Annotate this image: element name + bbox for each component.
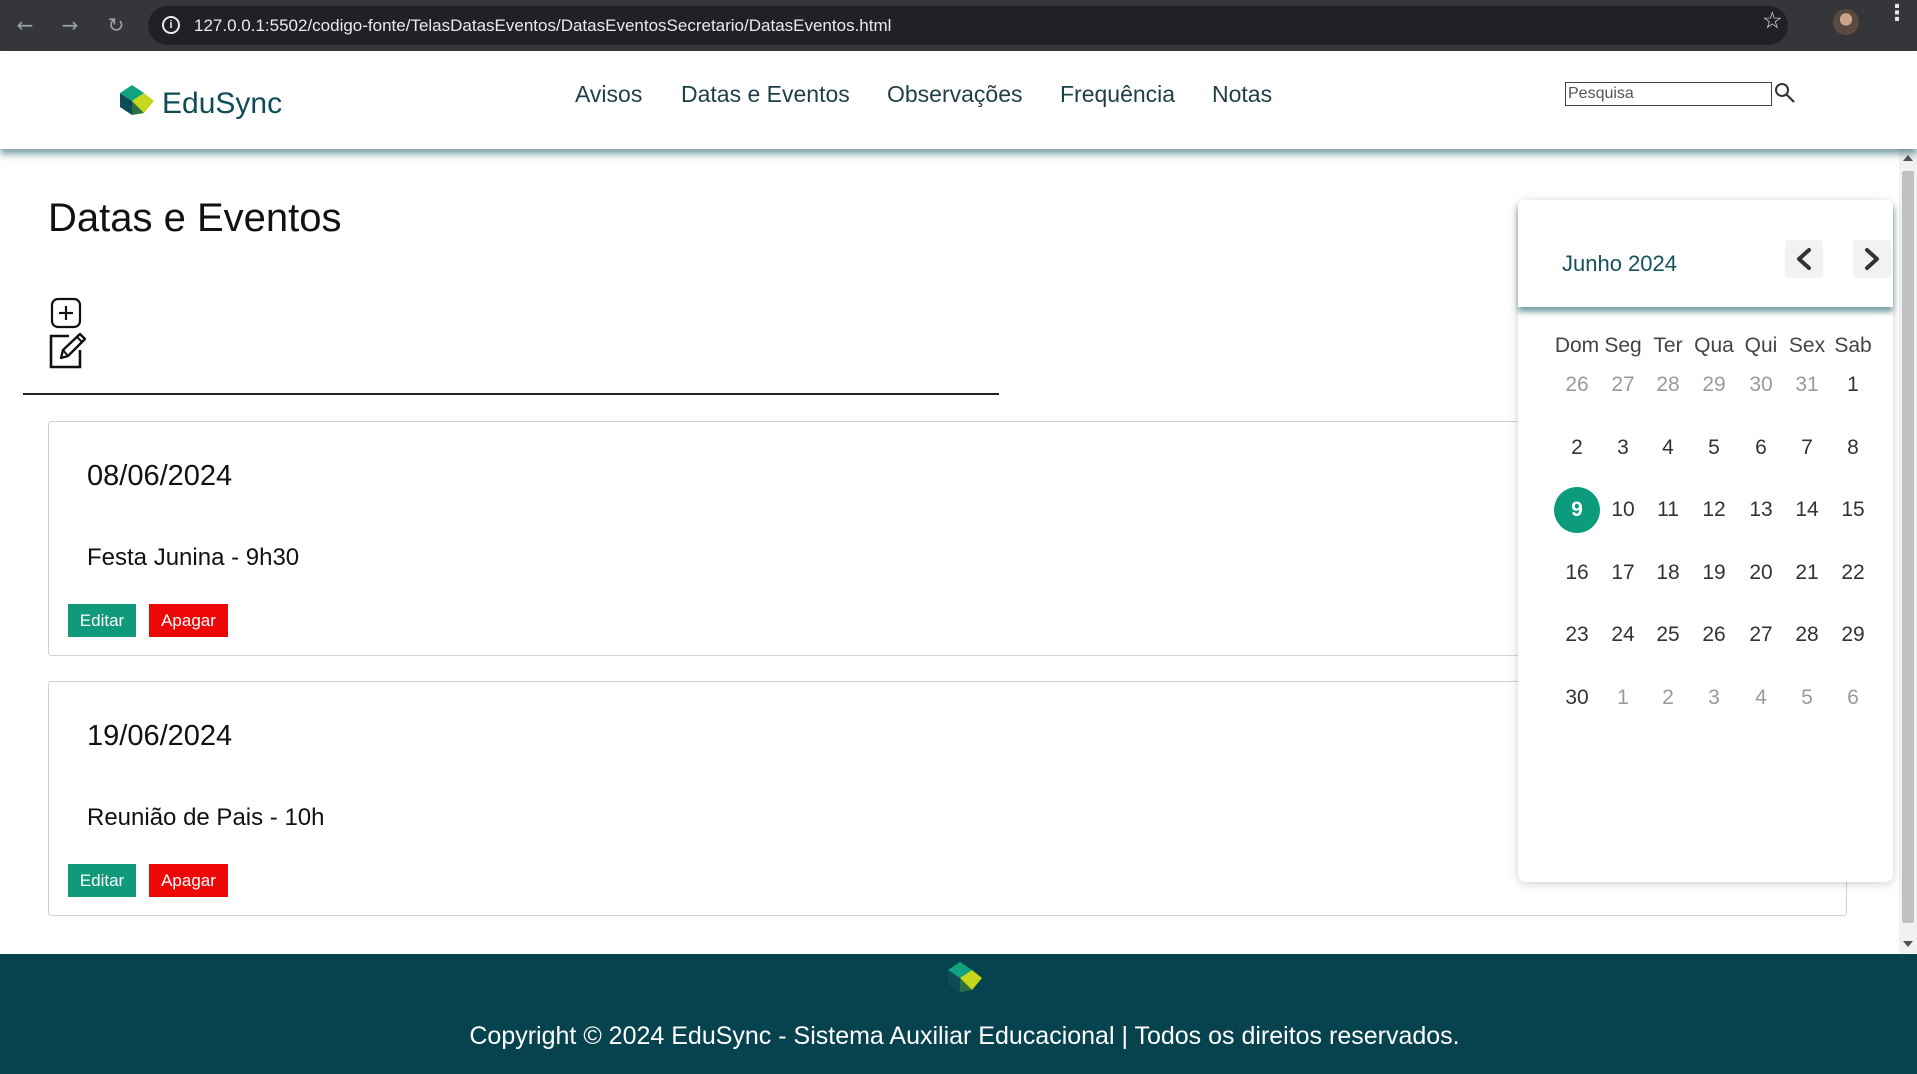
calendar-day[interactable]: 28 — [1645, 362, 1691, 408]
weekday-label: Seg — [1604, 334, 1642, 357]
nav-avisos[interactable]: Avisos — [575, 81, 642, 108]
calendar-day[interactable]: 25 — [1645, 612, 1691, 658]
calendar-day[interactable]: 20 — [1738, 550, 1784, 596]
nav-frequencia[interactable]: Frequência — [1060, 81, 1175, 108]
calendar-header: Junho 2024 — [1518, 200, 1893, 307]
nav-observacoes[interactable]: Observações — [887, 81, 1023, 108]
calendar-day[interactable]: 3 — [1600, 425, 1646, 471]
scroll-down-icon[interactable] — [1903, 941, 1913, 947]
edit-events-icon[interactable] — [47, 332, 87, 370]
calendar-day[interactable]: 28 — [1784, 612, 1830, 658]
scroll-up-icon[interactable] — [1903, 155, 1913, 161]
bookmark-star-icon[interactable]: ☆ — [1762, 8, 1783, 34]
weekday-label: Ter — [1653, 334, 1683, 357]
address-bar[interactable]: i 127.0.0.1:5502/codigo-fonte/TelasDatas… — [148, 6, 1788, 45]
section-divider — [23, 393, 999, 395]
delete-button[interactable]: Apagar — [149, 864, 228, 897]
event-date: 19/06/2024 — [87, 720, 233, 752]
calendar-day[interactable]: 5 — [1691, 425, 1737, 471]
weekday-label: Qua — [1694, 334, 1734, 357]
site-footer: Copyright © 2024 EduSync - Sistema Auxil… — [0, 954, 1917, 1074]
calendar-day[interactable]: 19 — [1691, 550, 1737, 596]
footer-copyright: Copyright © 2024 EduSync - Sistema Auxil… — [469, 1022, 1460, 1050]
calendar-day[interactable]: 15 — [1830, 487, 1876, 533]
forward-icon[interactable]: → — [55, 10, 85, 40]
weekday-label: Sab — [1834, 334, 1872, 357]
site-header: EduSync Avisos Datas e Eventos Observaçõ… — [0, 51, 1917, 149]
calendar-day[interactable]: 3 — [1691, 675, 1737, 721]
calendar-day[interactable]: 22 — [1830, 550, 1876, 596]
calendar-day[interactable]: 13 — [1738, 487, 1784, 533]
calendar-day[interactable]: 18 — [1645, 550, 1691, 596]
nav-datas-eventos[interactable]: Datas e Eventos — [681, 81, 850, 108]
weekday-label: Dom — [1554, 334, 1600, 357]
nav-notas[interactable]: Notas — [1212, 81, 1272, 108]
calendar-day[interactable]: 2 — [1554, 425, 1600, 471]
calendar-day[interactable]: 4 — [1738, 675, 1784, 721]
calendar-day[interactable]: 5 — [1784, 675, 1830, 721]
add-event-icon[interactable] — [50, 297, 82, 329]
calendar-day[interactable]: 27 — [1600, 362, 1646, 408]
calendar-day[interactable]: 8 — [1830, 425, 1876, 471]
event-date: 08/06/2024 — [87, 460, 233, 492]
calendar-day[interactable]: 24 — [1600, 612, 1646, 658]
scroll-thumb[interactable] — [1902, 171, 1914, 923]
edusync-logo-icon — [948, 962, 982, 992]
calendar-day[interactable]: 1 — [1830, 362, 1876, 408]
search-icon[interactable] — [1774, 82, 1796, 104]
browser-menu-icon[interactable]: ⋮ — [1886, 3, 1908, 25]
calendar-month-label: Junho 2024 — [1562, 251, 1677, 276]
edit-button[interactable]: Editar — [68, 864, 136, 897]
calendar-day[interactable]: 29 — [1830, 612, 1876, 658]
calendar-day[interactable]: 30 — [1738, 362, 1784, 408]
calendar-day[interactable]: 29 — [1691, 362, 1737, 408]
delete-button[interactable]: Apagar — [149, 604, 228, 637]
calendar-day-today[interactable]: 9 — [1554, 487, 1600, 533]
calendar-day[interactable]: 4 — [1645, 425, 1691, 471]
calendar-day[interactable]: 11 — [1645, 487, 1691, 533]
next-month-button[interactable] — [1853, 240, 1891, 278]
previous-month-button[interactable] — [1785, 240, 1823, 278]
page-scrollbar[interactable] — [1899, 149, 1917, 953]
event-description: Reunião de Pais - 10h — [87, 804, 325, 831]
back-icon[interactable]: ← — [10, 10, 40, 40]
edusync-logo-icon — [120, 85, 154, 115]
chevron-left-icon — [1797, 248, 1811, 270]
weekday-label: Qui — [1744, 334, 1778, 357]
url-text[interactable]: 127.0.0.1:5502/codigo-fonte/TelasDatasEv… — [194, 16, 891, 36]
chevron-right-icon — [1865, 248, 1879, 270]
weekday-label: Sex — [1788, 334, 1826, 357]
browser-toolbar: ← → ↻ i 127.0.0.1:5502/codigo-fonte/Tela… — [0, 0, 1917, 51]
calendar-day[interactable]: 23 — [1554, 612, 1600, 658]
calendar-day[interactable]: 17 — [1600, 550, 1646, 596]
edit-button[interactable]: Editar — [68, 604, 136, 637]
brand-name: EduSync — [162, 87, 283, 120]
event-description: Festa Junina - 9h30 — [87, 544, 300, 571]
calendar-day[interactable]: 7 — [1784, 425, 1830, 471]
calendar-day[interactable]: 2 — [1645, 675, 1691, 721]
profile-avatar[interactable] — [1833, 9, 1859, 35]
calendar-day[interactable]: 26 — [1554, 362, 1600, 408]
calendar-day[interactable]: 26 — [1691, 612, 1737, 658]
calendar-day[interactable]: 21 — [1784, 550, 1830, 596]
reload-icon[interactable]: ↻ — [101, 10, 131, 40]
calendar-day[interactable]: 14 — [1784, 487, 1830, 533]
calendar-day[interactable]: 12 — [1691, 487, 1737, 533]
calendar-widget: Junho 2024 Dom Seg Ter Qua Qui Sex Sab 26 27 28 2… — [1518, 200, 1893, 882]
calendar-day[interactable]: 31 — [1784, 362, 1830, 408]
calendar-day[interactable]: 27 — [1738, 612, 1784, 658]
site-info-icon[interactable]: i — [162, 16, 180, 34]
page-title: Datas e Eventos — [48, 196, 342, 240]
calendar-day[interactable]: 30 — [1554, 675, 1600, 721]
calendar-day[interactable]: 1 — [1600, 675, 1646, 721]
calendar-day[interactable]: 16 — [1554, 550, 1600, 596]
calendar-day[interactable]: 6 — [1738, 425, 1784, 471]
calendar-day[interactable]: 6 — [1830, 675, 1876, 721]
search-input[interactable] — [1565, 82, 1772, 106]
calendar-day[interactable]: 10 — [1600, 487, 1646, 533]
